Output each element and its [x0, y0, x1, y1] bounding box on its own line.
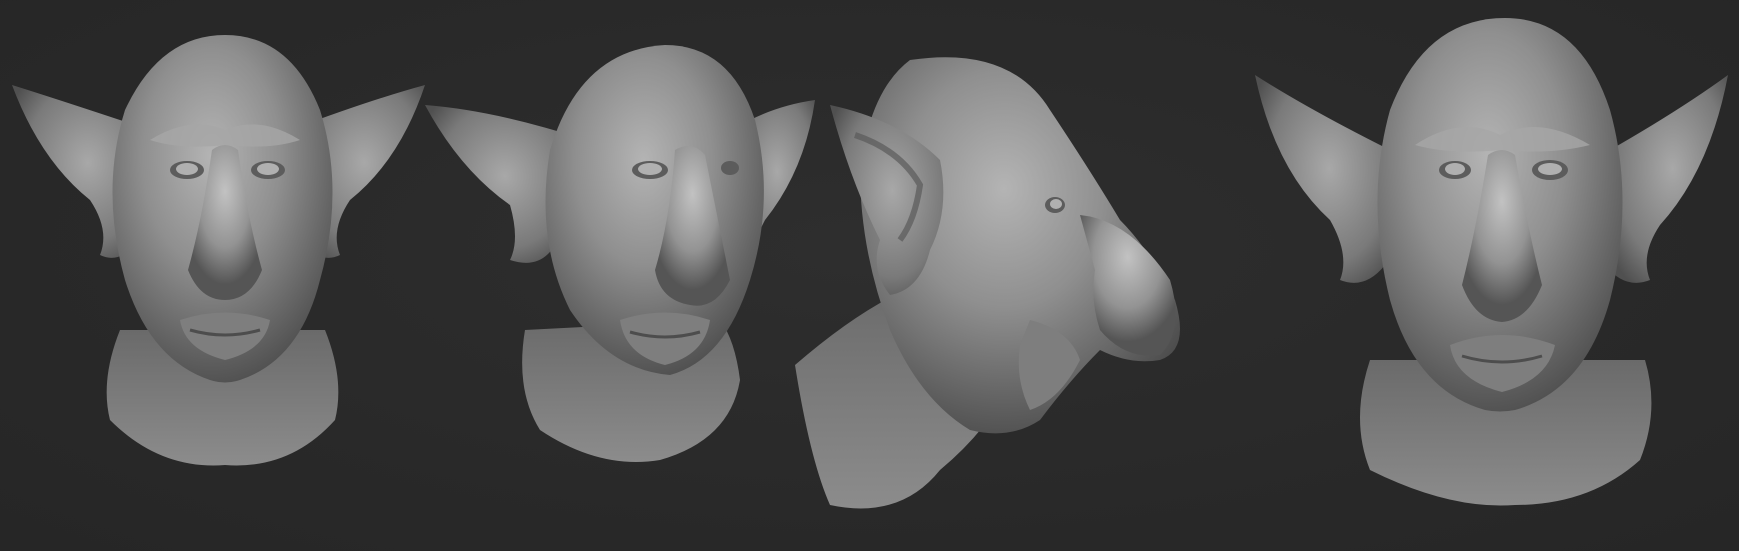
goblin-head-profile-icon	[795, 57, 1180, 509]
view-profile	[790, 0, 1210, 551]
sculpt-render-canvas	[0, 0, 1739, 551]
goblin-head-three-quarter-icon	[425, 45, 815, 462]
view-front-lit	[1250, 0, 1730, 551]
view-front	[0, 0, 430, 551]
goblin-head-front-icon	[12, 35, 425, 466]
goblin-head-front-alt-icon	[1255, 18, 1728, 506]
view-three-quarter	[420, 0, 820, 551]
